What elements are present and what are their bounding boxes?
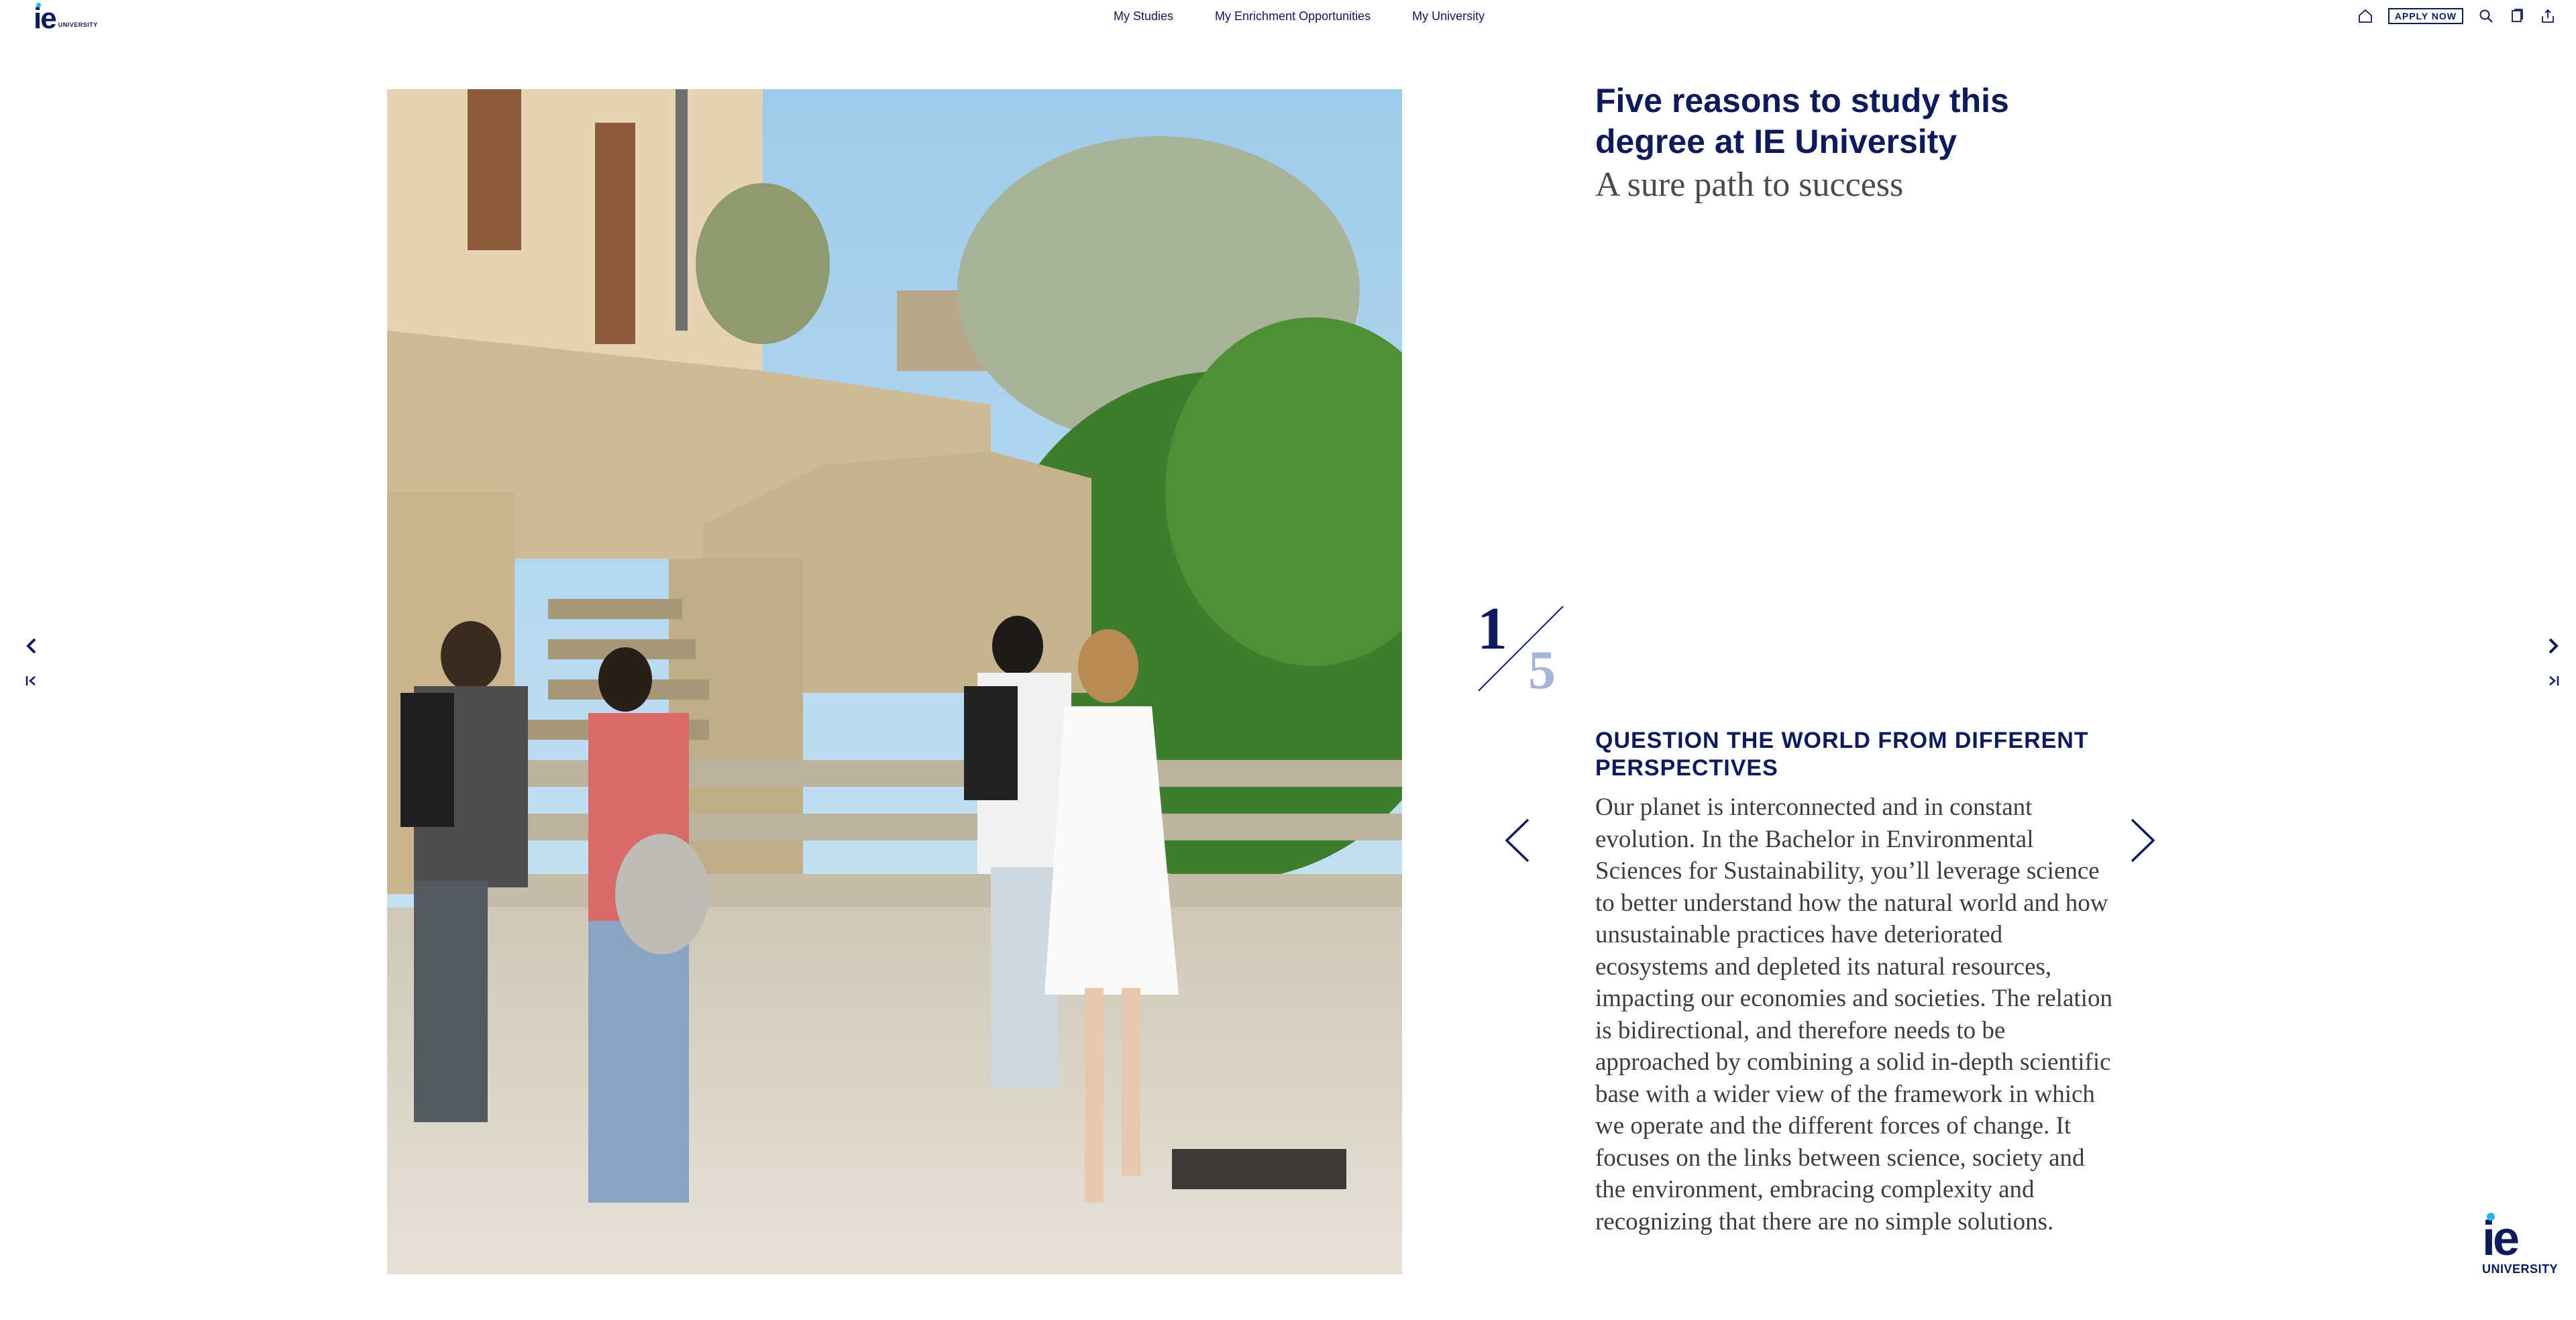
main-nav: My Studies My Enrichment Opportunities M… (1114, 9, 1485, 23)
search-icon[interactable] (2478, 8, 2494, 24)
footer-ie-logo[interactable]: ie UNIVERSITY (2482, 1212, 2558, 1276)
home-icon[interactable] (2357, 8, 2373, 24)
footer-logo-ie-text: ie (2482, 1212, 2520, 1266)
campus-photo (387, 89, 1402, 1274)
share-icon[interactable] (2540, 8, 2556, 24)
ie-university-logo[interactable]: ie UNIVERSITY (34, 2, 98, 35)
bookmark-icon[interactable] (2509, 8, 2525, 24)
headline-block: Five reasons to study this degree at IE … (1595, 80, 2065, 205)
reason-body: Our planet is interconnected and in cons… (1595, 793, 2112, 1235)
next-page-arrow[interactable] (2546, 637, 2561, 658)
nav-my-enrichment-opportunities[interactable]: My Enrichment Opportunities (1215, 9, 1371, 23)
first-page-arrow[interactable] (24, 674, 39, 691)
slide-counter: 1 5 (1473, 596, 1567, 700)
slide-current: 1 (1477, 596, 1507, 662)
nav-my-studies[interactable]: My Studies (1114, 9, 1173, 23)
page-title: Five reasons to study this degree at IE … (1595, 82, 2009, 160)
last-page-arrow[interactable] (2546, 674, 2561, 691)
slide-prev-button[interactable] (1503, 817, 1532, 867)
header-tools: APPLY NOW (2357, 8, 2556, 24)
logo-university-text: UNIVERSITY (58, 21, 98, 28)
reason-slide: QUESTION THE WORLD FROM DIFFERENT PERSPE… (1595, 727, 2118, 1238)
logo-ie-text: ie (34, 2, 57, 35)
prev-page-arrow[interactable] (24, 637, 39, 658)
top-header: ie UNIVERSITY My Studies My Enrichment O… (0, 0, 2576, 40)
apply-now-button[interactable]: APPLY NOW (2387, 8, 2463, 24)
slide-total: 5 (1528, 639, 1556, 700)
nav-my-university[interactable]: My University (1412, 9, 1485, 23)
slide-next-button[interactable] (2128, 817, 2157, 867)
page-subtitle: A sure path to success (1595, 166, 1904, 204)
reason-heading: QUESTION THE WORLD FROM DIFFERENT PERSPE… (1595, 728, 2089, 781)
